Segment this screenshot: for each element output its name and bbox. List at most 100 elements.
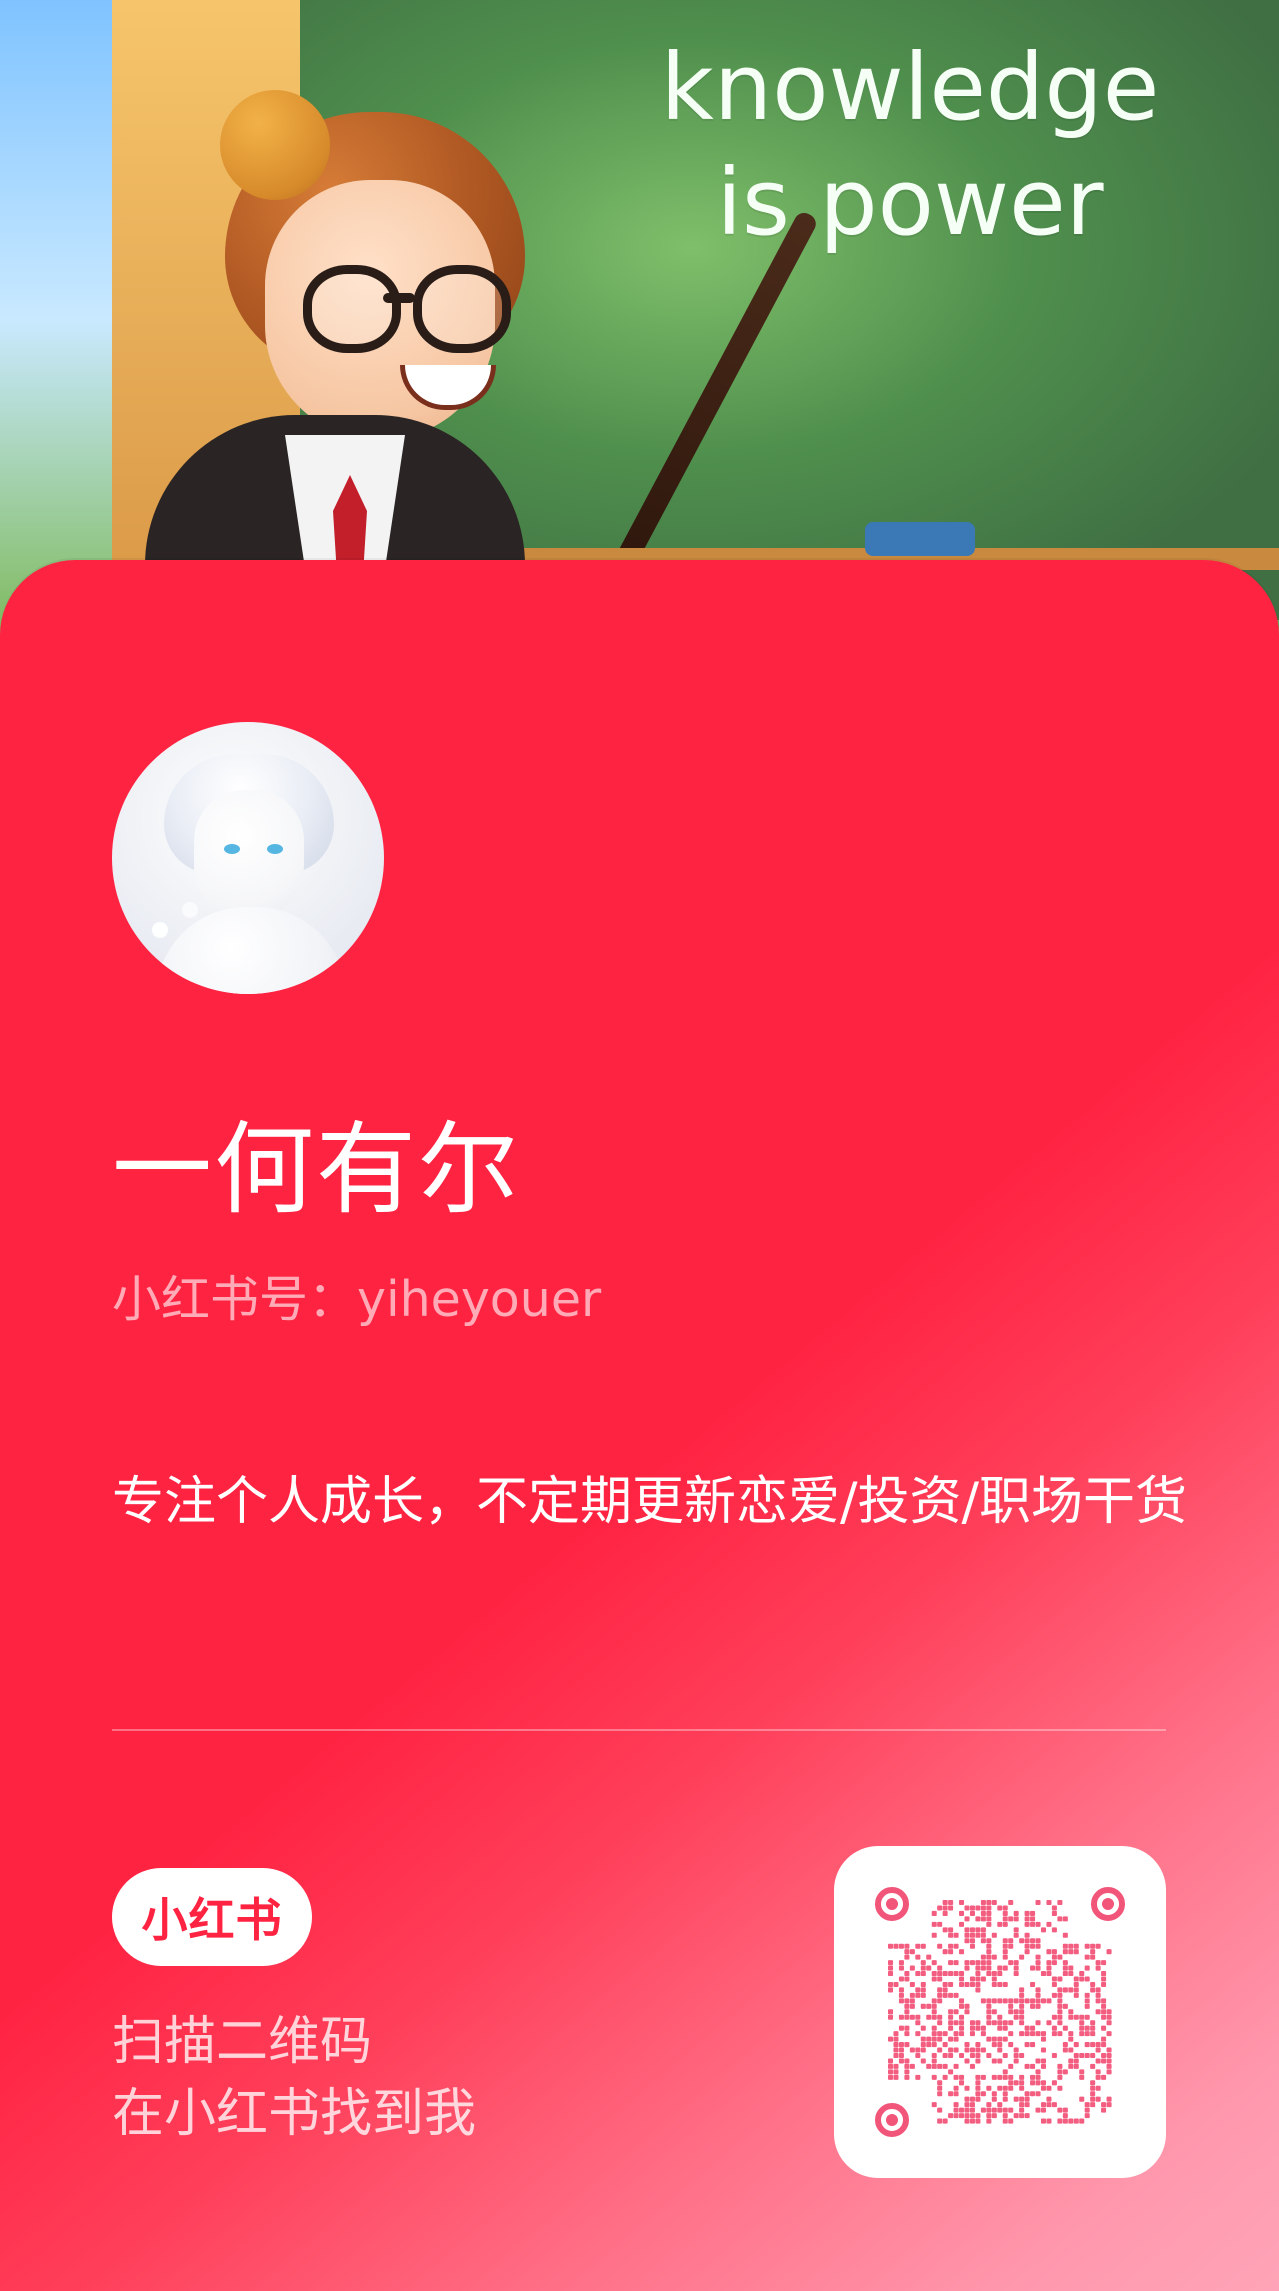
qr-module: [1002, 1916, 1008, 1922]
qr-module: [980, 1900, 986, 1906]
qr-module: [888, 2036, 894, 2042]
qr-module: [1095, 2047, 1101, 2053]
qr-module: [1079, 2014, 1085, 2020]
qr-module: [915, 1943, 921, 1949]
qr-module: [1084, 1998, 1090, 2004]
qr-module: [1090, 2096, 1096, 2102]
qr-module: [926, 2014, 932, 2020]
avatar-eye-left: [224, 844, 240, 854]
qr-module: [991, 1954, 997, 1960]
avatar-sparkles: [152, 922, 168, 938]
qr-module: [888, 2058, 894, 2064]
qr-module: [937, 2047, 943, 2053]
qr-module: [964, 1932, 970, 1938]
classroom-window: [0, 0, 130, 640]
qr-module: [1024, 1910, 1030, 1916]
qr-module: [1035, 1965, 1041, 1971]
qr-module: [1002, 2085, 1008, 2091]
qr-module: [959, 2074, 965, 2080]
qr-module: [991, 1976, 997, 1982]
qr-module: [904, 2063, 910, 2069]
qr-module: [920, 2047, 926, 2053]
qr-module: [980, 1976, 986, 1982]
qr-module: [1101, 2052, 1107, 2059]
qr-module: [1024, 2113, 1030, 2119]
qr-module: [1035, 2080, 1041, 2086]
qr-module: [1008, 2003, 1014, 2009]
qr-module: [969, 2025, 975, 2031]
qr-module: [948, 1927, 954, 1933]
qr-module: [1057, 2009, 1063, 2015]
qr-module: [1030, 2003, 1036, 2009]
qr-module: [1013, 2014, 1019, 2020]
qr-module: [1106, 2047, 1112, 2053]
qr-module: [1073, 1981, 1079, 1987]
qr-module: [904, 1971, 910, 1977]
qr-module: [975, 1905, 981, 1911]
qr-module: [975, 1960, 981, 1966]
qr-module: [1051, 1927, 1057, 1933]
qr-module: [893, 2052, 899, 2059]
qr-module: [975, 1981, 981, 1987]
qr-module: [1046, 2102, 1052, 2108]
qr-module: [920, 2025, 926, 2031]
qr-module: [1002, 2025, 1008, 2031]
qr-module: [991, 1981, 997, 1987]
qr-module: [1040, 1998, 1047, 2004]
qr-module: [1030, 1910, 1036, 1916]
qr-module: [948, 1981, 954, 1987]
qr-module: [1030, 2025, 1036, 2031]
qr-module: [942, 1971, 948, 1977]
qr-module: [1084, 2014, 1090, 2020]
qr-module: [1062, 2042, 1068, 2048]
qr-module: [975, 1987, 981, 1993]
teacher-illustration: [145, 90, 565, 640]
qr-module: [931, 2003, 937, 2009]
qr-module: [986, 1910, 992, 1916]
qr-module: [1073, 1987, 1079, 1993]
qr-module: [964, 2107, 970, 2113]
qr-module: [1019, 1992, 1025, 1998]
qr-module: [1051, 1981, 1057, 1987]
qr-module: [986, 2014, 992, 2020]
qr-module: [898, 2025, 904, 2031]
qr-module: [1068, 1987, 1074, 1993]
qr-module: [1084, 1992, 1090, 1998]
qr-module: [986, 2085, 992, 2091]
avatar-face: [194, 790, 304, 920]
qr-module: [959, 1976, 965, 1982]
qr-module: [1068, 2009, 1074, 2015]
qr-module: [948, 2047, 954, 2053]
qr-module: [920, 2058, 926, 2064]
qr-module: [980, 2047, 986, 2053]
qr-module: [948, 2052, 954, 2059]
qr-module: [937, 2085, 943, 2091]
qr-module: [986, 1921, 992, 1927]
qr-module: [931, 2063, 937, 2069]
qr-module: [1095, 2074, 1101, 2080]
qr-module: [942, 1910, 948, 1916]
qr-code-card[interactable]: [834, 1846, 1166, 2178]
qr-module: [909, 2003, 915, 2009]
qr-module: [1002, 1943, 1008, 1949]
qr-module: [1013, 1965, 1019, 1971]
qr-module: [1013, 1998, 1019, 2004]
qr-module: [1079, 2118, 1085, 2124]
qr-module: [1095, 1992, 1101, 1998]
profile-handle: 小红书号：yiheyouer: [112, 1271, 602, 1328]
qr-module: [1106, 2020, 1112, 2026]
qr-module: [1106, 2009, 1112, 2015]
qr-module: [991, 1900, 997, 1906]
qr-module: [909, 2014, 915, 2020]
qr-module: [1057, 1992, 1063, 1998]
qr-module: [1019, 2014, 1025, 2020]
qr-module: [1019, 2085, 1025, 2091]
qr-module: [1008, 1943, 1014, 1949]
chalk-line-2: is power: [716, 148, 1104, 256]
qr-module: [1008, 2009, 1014, 2015]
qr-module: [1101, 1960, 1107, 1966]
qr-module: [1073, 1943, 1079, 1949]
qr-module: [1051, 1976, 1057, 1982]
qr-module: [931, 1971, 937, 1977]
qr-module: [898, 1987, 904, 1993]
